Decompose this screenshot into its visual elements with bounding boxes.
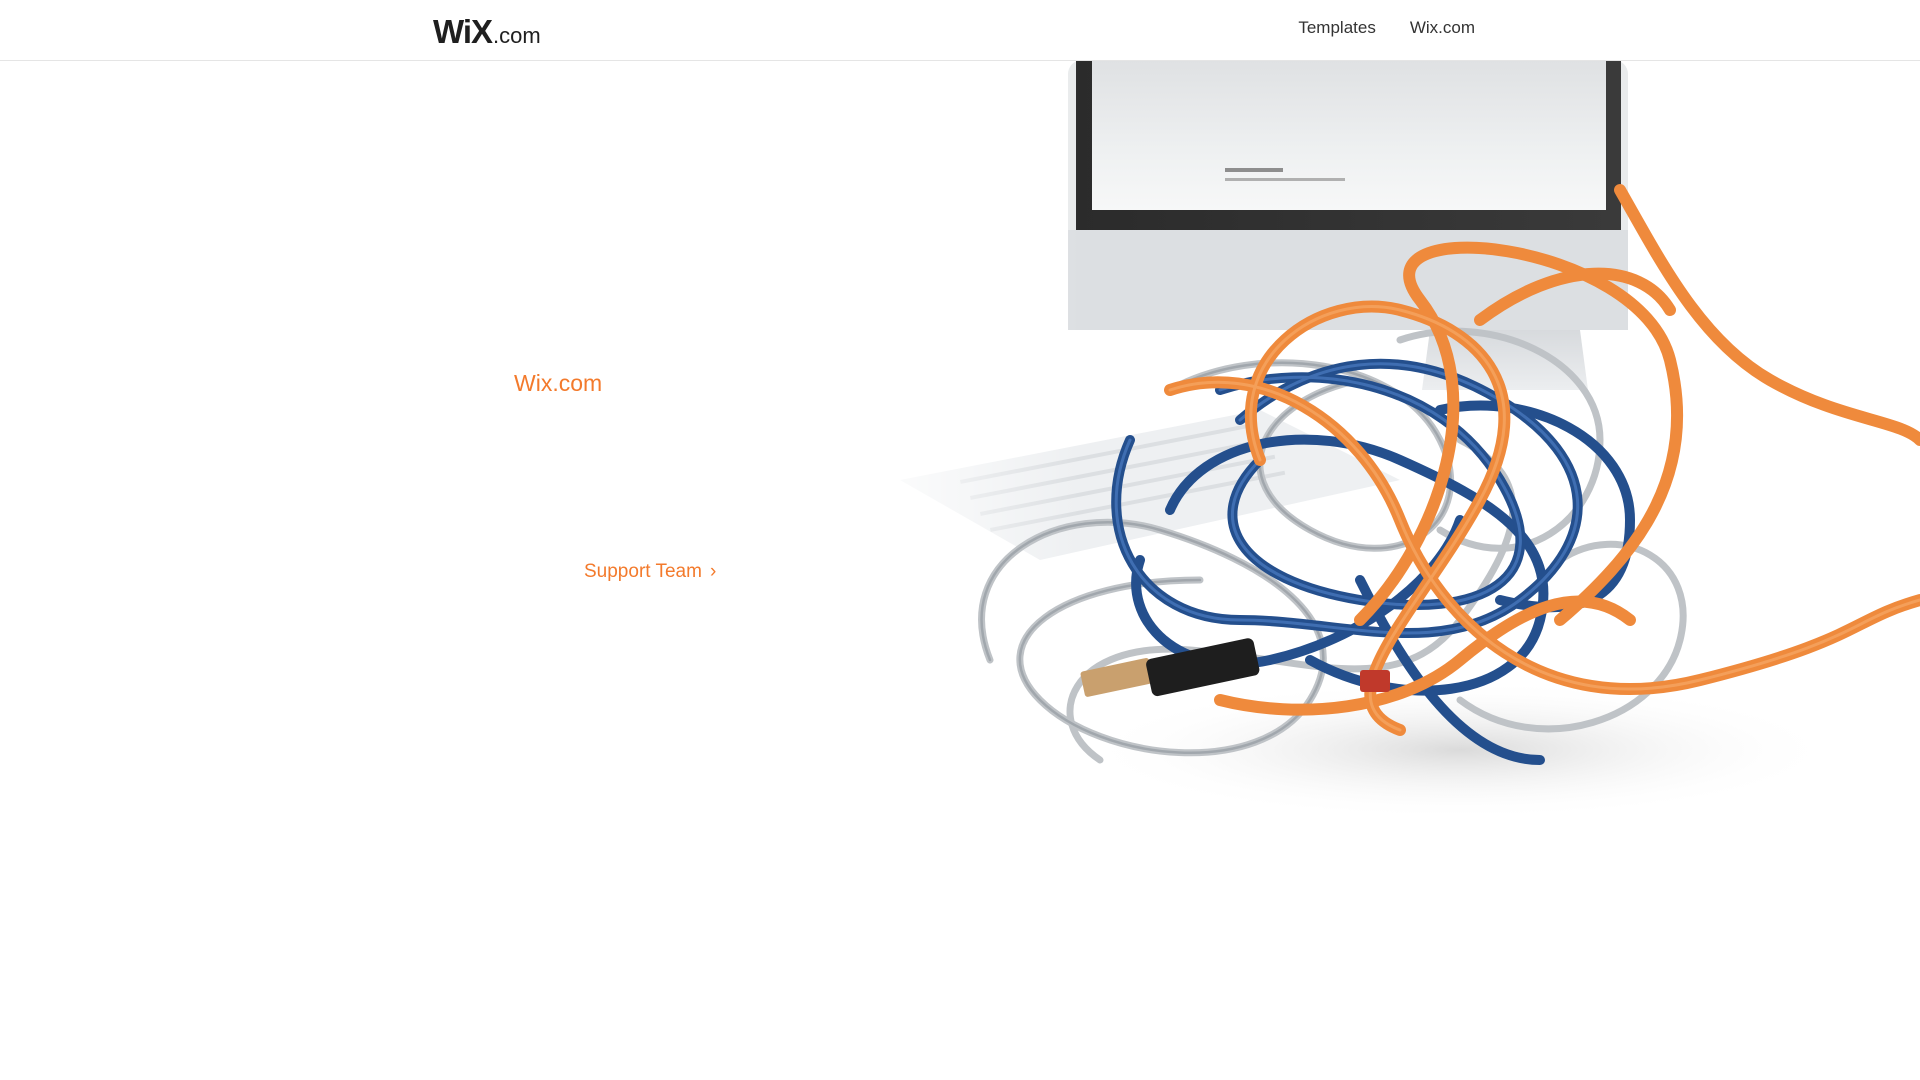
chevron-right-icon: › (709, 561, 717, 582)
logo-wordmark: WiX (433, 13, 493, 50)
logo-suffix: .com (493, 23, 541, 48)
site-name-heading: Wix.com (514, 370, 603, 396)
nav-link-templates[interactable]: Templates (1298, 18, 1375, 38)
support-team-label: Support Team (584, 561, 702, 582)
error-page: WiX .com Templates Wix.com Wix.com Suppo… (0, 0, 1920, 1080)
nav-link-wix-com[interactable]: Wix.com (1410, 18, 1475, 38)
wix-logo[interactable]: WiX .com (433, 8, 541, 48)
tangled-cables-image (840, 60, 1920, 850)
support-team-link[interactable]: Support Team › (584, 561, 716, 583)
top-header: WiX .com Templates Wix.com (0, 0, 1920, 61)
header-nav: Templates Wix.com (1298, 18, 1475, 38)
monitor-shape (1068, 60, 1628, 390)
